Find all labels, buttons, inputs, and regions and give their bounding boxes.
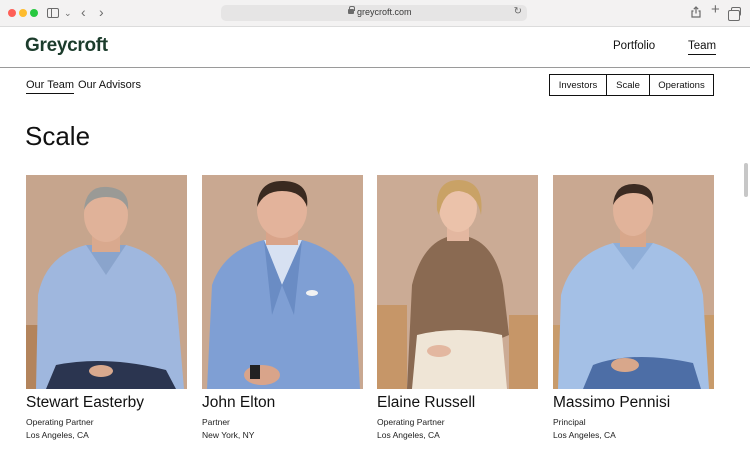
person-location: Los Angeles, CA — [553, 430, 616, 440]
lock-icon — [348, 6, 355, 14]
url-text: greycroft.com — [357, 7, 412, 17]
person-photo[interactable] — [553, 175, 714, 389]
page-scrollbar[interactable] — [744, 163, 748, 197]
person-card[interactable]: Massimo Pennisi Principal Los Angeles, C… — [553, 175, 714, 440]
zoom-window-button[interactable] — [30, 9, 38, 17]
browser-toolbar: ⌄ ‹ › greycroft.com ↻ + — [0, 0, 750, 27]
person-card[interactable]: Stewart Easterby Operating Partner Los A… — [26, 175, 187, 440]
filter-scale-button[interactable]: Scale — [607, 75, 650, 95]
nav-portfolio[interactable]: Portfolio — [613, 40, 655, 52]
person-card[interactable]: John Elton Partner New York, NY — [202, 175, 363, 440]
person-location: Los Angeles, CA — [26, 430, 89, 440]
minimize-window-button[interactable] — [19, 9, 27, 17]
new-tab-icon[interactable]: + — [711, 2, 720, 17]
person-name[interactable]: Stewart Easterby — [26, 394, 187, 412]
person-card[interactable]: Elaine Russell Operating Partner Los Ang… — [377, 175, 538, 440]
site-header: Greycroft Portfolio Team — [0, 27, 750, 68]
nav-team[interactable]: Team — [688, 40, 717, 55]
forward-arrow-icon[interactable]: › — [99, 5, 104, 19]
person-photo[interactable] — [202, 175, 363, 389]
team-filter-group: Investors Scale Operations — [549, 74, 714, 96]
filter-investors-button[interactable]: Investors — [550, 75, 607, 95]
person-name[interactable]: John Elton — [202, 394, 363, 412]
back-arrow-icon[interactable]: ‹ — [81, 5, 86, 19]
section-title: Scale — [25, 121, 91, 151]
person-role: Operating Partner — [26, 417, 94, 427]
person-role: Operating Partner — [377, 417, 445, 427]
person-location: Los Angeles, CA — [377, 430, 440, 440]
sidebar-toggle-icon[interactable] — [47, 8, 59, 18]
person-photo[interactable] — [377, 175, 538, 389]
person-name[interactable]: Massimo Pennisi — [553, 394, 714, 412]
address-bar[interactable]: greycroft.com ↻ — [221, 5, 527, 21]
person-role: Principal — [553, 417, 586, 427]
tab-our-team[interactable]: Our Team — [26, 79, 75, 94]
tab-our-advisors[interactable]: Our Advisors — [78, 79, 141, 91]
person-location: New York, NY — [202, 430, 255, 440]
share-icon[interactable] — [691, 6, 701, 20]
reload-icon[interactable]: ↻ — [514, 6, 522, 17]
person-photo[interactable] — [26, 175, 187, 389]
filter-operations-button[interactable]: Operations — [650, 75, 713, 95]
tab-overview-icon[interactable] — [728, 7, 741, 21]
close-window-button[interactable] — [8, 9, 16, 17]
greycroft-logo[interactable]: Greycroft — [25, 35, 108, 57]
chevron-down-icon[interactable]: ⌄ — [64, 7, 72, 19]
person-name[interactable]: Elaine Russell — [377, 394, 538, 412]
person-role: Partner — [202, 417, 230, 427]
